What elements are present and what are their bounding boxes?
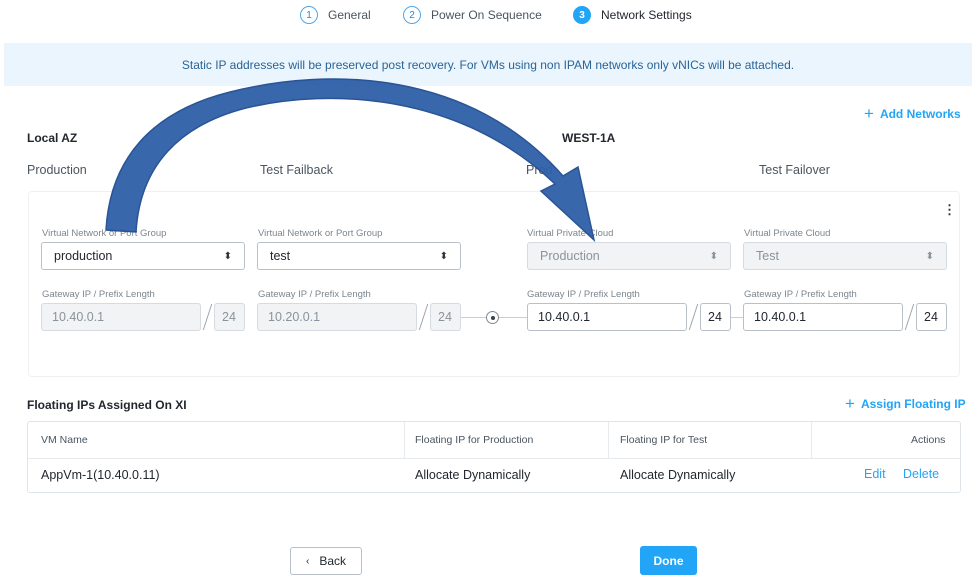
- field-label: Gateway IP / Prefix Length: [42, 289, 155, 300]
- plus-icon: +: [864, 104, 874, 123]
- select-caret-icon: ⬍: [925, 250, 934, 262]
- column-test-failover: Test Failover: [759, 163, 830, 177]
- field-label: Virtual Network or Port Group: [42, 228, 167, 239]
- step-number: 2: [403, 6, 421, 24]
- select-caret-icon: ⬍: [709, 250, 718, 262]
- select-caret-icon: ⬍: [439, 250, 448, 262]
- step-number: 1: [300, 6, 318, 24]
- info-banner-text: Static IP addresses will be preserved po…: [181, 57, 795, 72]
- plus-icon: +: [845, 394, 855, 413]
- select-value: Production: [540, 249, 600, 263]
- network-mapping-card: [28, 191, 960, 377]
- connector-node-icon: [486, 311, 499, 324]
- field-label: Virtual Private Cloud: [527, 228, 614, 239]
- edit-link[interactable]: Edit: [864, 467, 886, 481]
- local-production-network-select[interactable]: production ⬍: [41, 242, 245, 270]
- wizard-step-network-settings[interactable]: 3 Network Settings: [573, 6, 692, 24]
- field-label: Gateway IP / Prefix Length: [744, 289, 857, 300]
- column-divider: [811, 422, 812, 458]
- step-label: Power On Sequence: [431, 8, 542, 22]
- wizard-steps: 1 General 2 Power On Sequence 3 Network …: [0, 0, 974, 30]
- wizard-step-power-on-sequence[interactable]: 2 Power On Sequence: [403, 6, 542, 24]
- cell-floating-ip-test: Allocate Dynamically: [620, 468, 736, 482]
- chevron-left-icon: ‹: [305, 555, 310, 567]
- more-vertical-icon[interactable]: ⋮: [943, 203, 956, 216]
- select-value: production: [54, 249, 113, 263]
- field-label: Virtual Private Cloud: [744, 228, 831, 239]
- column-divider: [608, 422, 609, 458]
- add-networks-button[interactable]: + Add Networks: [864, 105, 961, 122]
- field-label: Virtual Network or Port Group: [258, 228, 383, 239]
- column-header-floating-ip-production: Floating IP for Production: [415, 434, 534, 446]
- remote-production-gateway-input[interactable]: 10.40.0.1: [527, 303, 687, 331]
- column-divider: [404, 422, 405, 458]
- remote-production-prefix-input[interactable]: 24: [700, 303, 731, 331]
- back-label: Back: [319, 554, 347, 568]
- column-header-vm-name: VM Name: [41, 434, 88, 446]
- floating-ips-heading: Floating IPs Assigned On XI: [27, 398, 187, 412]
- remote-az-heading: WEST-1A: [562, 131, 616, 145]
- select-value: test: [270, 249, 291, 263]
- local-test-network-select[interactable]: test ⬍: [257, 242, 461, 270]
- remote-test-prefix-input[interactable]: 24: [916, 303, 947, 331]
- field-label: Gateway IP / Prefix Length: [527, 289, 640, 300]
- column-production-remote: Prod: [526, 163, 553, 177]
- back-button[interactable]: ‹ Back: [290, 547, 362, 575]
- field-label: Gateway IP / Prefix Length: [258, 289, 371, 300]
- assign-floating-ip-label: Assign Floating IP: [860, 396, 966, 411]
- remote-test-vpc-select[interactable]: Test ⬍: [743, 242, 947, 270]
- remote-test-gateway-input[interactable]: 10.40.0.1: [743, 303, 903, 331]
- assign-floating-ip-button[interactable]: + Assign Floating IP: [845, 395, 966, 412]
- add-networks-label: Add Networks: [879, 106, 961, 121]
- wizard-step-general[interactable]: 1 General: [300, 6, 371, 24]
- remote-production-vpc-select[interactable]: Production ⬍: [527, 242, 731, 270]
- column-test-failback: Test Failback: [260, 163, 333, 177]
- local-production-gateway-input[interactable]: 10.40.0.1: [41, 303, 201, 331]
- cell-vm-name: AppVm-1(10.40.0.11): [41, 468, 160, 482]
- select-caret-icon: ⬍: [223, 250, 232, 262]
- step-label: General: [328, 8, 371, 22]
- info-banner: Static IP addresses will be preserved po…: [4, 43, 972, 86]
- step-number: 3: [573, 6, 591, 24]
- local-test-gateway-input[interactable]: 10.20.0.1: [257, 303, 417, 331]
- step-label: Network Settings: [601, 8, 692, 22]
- column-production: Production: [27, 163, 87, 177]
- floating-ips-table: VM Name Floating IP for Production Float…: [27, 421, 961, 493]
- done-button[interactable]: Done: [640, 546, 697, 575]
- delete-link[interactable]: Delete: [903, 467, 939, 481]
- local-az-heading: Local AZ: [27, 131, 78, 145]
- table-header-divider: [28, 458, 960, 459]
- select-value: Test: [756, 249, 779, 263]
- column-header-actions: Actions: [911, 434, 946, 446]
- column-header-floating-ip-test: Floating IP for Test: [620, 434, 708, 446]
- local-test-prefix-input[interactable]: 24: [430, 303, 461, 331]
- local-production-prefix-input[interactable]: 24: [214, 303, 245, 331]
- cell-floating-ip-production: Allocate Dynamically: [415, 468, 531, 482]
